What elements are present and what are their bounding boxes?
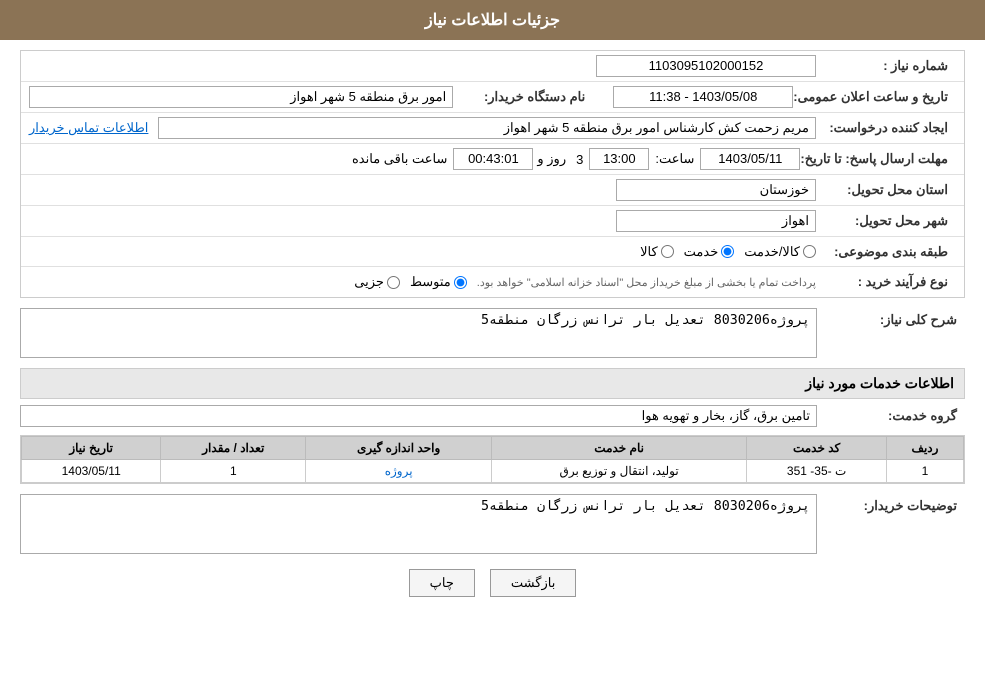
province-value: خوزستان xyxy=(616,179,816,201)
category-kala-label: کالا xyxy=(640,244,658,260)
need-number-value: 1103095102000152 xyxy=(596,55,816,77)
need-number-row: شماره نیاز : 1103095102000152 xyxy=(21,51,964,82)
service-group-label: گروه خدمت: xyxy=(825,408,965,424)
city-row: شهر محل تحویل: اهواز xyxy=(21,206,964,237)
category-label: طبقه بندی موضوعی: xyxy=(816,244,956,260)
buyer-org-row: تاریخ و ساعت اعلان عمومی: 1403/05/08 - 1… xyxy=(21,82,964,113)
need-description-label: شرح کلی نیاز: xyxy=(825,308,965,328)
response-deadline-row: مهلت ارسال پاسخ: تا تاریخ: 1403/05/11 سا… xyxy=(21,144,964,175)
creator-value: مریم زحمت کش کارشناس امور برق منطقه 5 شه… xyxy=(158,117,816,139)
days-label: روز و xyxy=(533,151,570,167)
category-kala-khedmat-radio[interactable] xyxy=(803,245,816,258)
announce-date-label: تاریخ و ساعت اعلان عمومی: xyxy=(793,89,956,105)
service-group-row: گروه خدمت: تامین برق، گاز، بخار و تهویه … xyxy=(20,405,965,427)
button-row: بازگشت چاپ xyxy=(20,569,965,597)
back-button[interactable]: بازگشت xyxy=(490,569,576,597)
purchase-motevaset-label: متوسط xyxy=(410,274,451,290)
purchase-motevaset-radio[interactable] xyxy=(454,276,467,289)
need-number-label: شماره نیاز : xyxy=(816,58,956,74)
category-khedmat-label: خدمت xyxy=(684,244,719,260)
response-time-value: 13:00 xyxy=(589,148,649,170)
province-label: استان محل تحویل: xyxy=(816,182,956,198)
col-service-code: کد خدمت xyxy=(747,437,887,460)
purchase-motevaset: متوسط xyxy=(410,274,467,290)
col-date: تاریخ نیاز xyxy=(22,437,161,460)
category-kala-khedmat-label: کالا/خدمت xyxy=(744,244,800,260)
services-section-title: اطلاعات خدمات مورد نیاز xyxy=(20,368,965,399)
cell-quantity: 1 xyxy=(161,460,306,483)
main-form: شماره نیاز : 1103095102000152 تاریخ و سا… xyxy=(20,50,965,298)
col-quantity: تعداد / مقدار xyxy=(161,437,306,460)
remaining-days-value: 3 xyxy=(570,152,589,167)
buyer-org-value: امور برق منطقه 5 شهر اهواز xyxy=(29,86,453,108)
buyer-org-label: نام دستگاه خریدار: xyxy=(453,89,593,105)
purchase-type-radio-group: پرداخت تمام یا بخشی از مبلغ خریداز محل "… xyxy=(29,274,816,290)
category-kala-radio[interactable] xyxy=(661,245,674,258)
purchase-jozi-radio[interactable] xyxy=(387,276,400,289)
services-table: ردیف کد خدمت نام خدمت واحد اندازه گیری ت… xyxy=(21,436,964,483)
service-group-value: تامین برق، گاز، بخار و تهویه هوا xyxy=(20,405,817,427)
response-time-label: ساعت: xyxy=(649,151,700,167)
cell-service-code: ت -35- 351 xyxy=(747,460,887,483)
buyer-notes-label: توضیحات خریدار: xyxy=(825,494,965,514)
page-header: جزئیات اطلاعات نیاز xyxy=(0,0,985,40)
table-row: 1 ت -35- 351 تولید، انتقال و توزیع برق پ… xyxy=(22,460,964,483)
cell-unit: پروژه xyxy=(306,460,492,483)
purchase-jozi: جزیی xyxy=(354,274,400,290)
city-label: شهر محل تحویل: xyxy=(816,213,956,229)
category-khedmat-radio[interactable] xyxy=(721,245,734,258)
col-unit: واحد اندازه گیری xyxy=(306,437,492,460)
city-value: اهواز xyxy=(616,210,816,232)
category-row: طبقه بندی موضوعی: کالا/خدمت خدمت کالا xyxy=(21,237,964,267)
cell-date: 1403/05/11 xyxy=(22,460,161,483)
purchase-note: پرداخت تمام یا بخشی از مبلغ خریداز محل "… xyxy=(477,276,816,289)
purchase-jozi-label: جزیی xyxy=(354,274,384,290)
need-description-section: شرح کلی نیاز: xyxy=(20,308,965,358)
province-row: استان محل تحویل: خوزستان xyxy=(21,175,964,206)
remaining-time-value: 00:43:01 xyxy=(453,148,533,170)
purchase-type-label: نوع فرآیند خرید : xyxy=(816,274,956,290)
services-table-wrapper: ردیف کد خدمت نام خدمت واحد اندازه گیری ت… xyxy=(20,435,965,484)
buyer-notes-textarea[interactable] xyxy=(20,494,817,554)
creator-label: ایجاد کننده درخواست: xyxy=(816,120,956,136)
need-description-textarea[interactable] xyxy=(20,308,817,358)
announce-date-value: 1403/05/08 - 11:38 xyxy=(613,86,793,108)
response-date-value: 1403/05/11 xyxy=(700,148,800,170)
purchase-type-row: نوع فرآیند خرید : پرداخت تمام یا بخشی از… xyxy=(21,267,964,297)
cell-service-name: تولید، انتقال و توزیع برق xyxy=(492,460,747,483)
col-row-num: ردیف xyxy=(886,437,963,460)
category-kala-khedmat: کالا/خدمت xyxy=(744,244,816,260)
response-deadline-label: مهلت ارسال پاسخ: تا تاریخ: xyxy=(800,151,956,167)
page-title: جزئیات اطلاعات نیاز xyxy=(425,12,560,29)
cell-row-num: 1 xyxy=(886,460,963,483)
col-service-name: نام خدمت xyxy=(492,437,747,460)
hours-label: ساعت باقی مانده xyxy=(346,151,453,167)
category-kala: کالا xyxy=(640,244,674,260)
category-khedmat: خدمت xyxy=(684,244,735,260)
buyer-notes-section: توضیحات خریدار: xyxy=(20,494,965,554)
creator-row: ایجاد کننده درخواست: مریم زحمت کش کارشنا… xyxy=(21,113,964,144)
category-radio-group: کالا/خدمت خدمت کالا xyxy=(29,244,816,260)
print-button[interactable]: چاپ xyxy=(409,569,475,597)
contact-info-link[interactable]: اطلاعات تماس خریدار xyxy=(29,120,148,136)
